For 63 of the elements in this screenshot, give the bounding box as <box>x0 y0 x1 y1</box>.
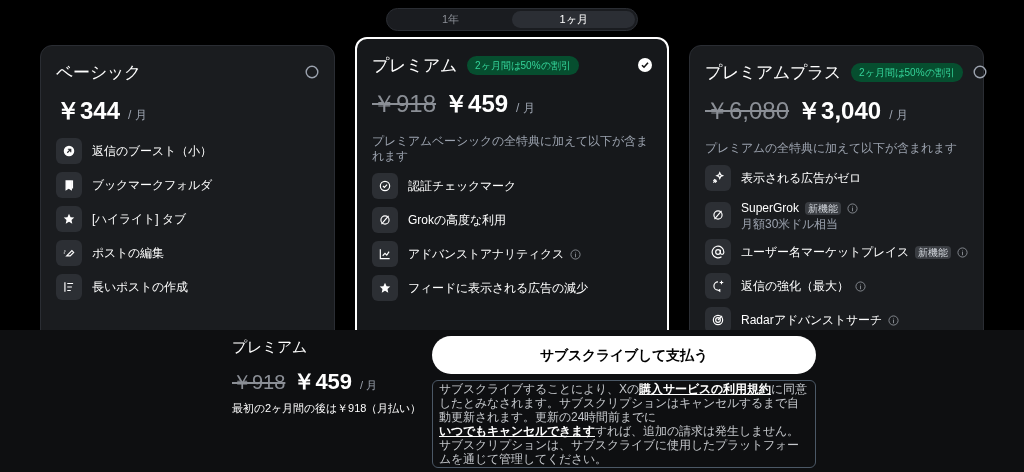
plan-name: プレミアム <box>372 54 457 77</box>
plan-card[interactable]: プレミアムプラス 2ヶ月間は50%の割引 ￥6,080 ￥3,040 / 月 プレミアムの全特典に加えて以下が含まれます 表示される広告がゼロ SuperGrok 新機能 月額30米ドル相当 ユーザー名マーケットプレイス 新機能 返信の強化（最大） Radarアドバンストサーチ <box>689 44 984 330</box>
line-chart-icon <box>372 241 398 267</box>
info-icon[interactable] <box>847 202 859 214</box>
bookmark-icon <box>56 172 82 198</box>
feature-label: フィードに表示される広告の減少 <box>408 280 588 297</box>
plan-name: ベーシック <box>56 61 141 84</box>
price-period: / 月 <box>889 107 908 124</box>
radar-icon <box>705 307 731 330</box>
terms-link[interactable]: 購入サービスの利用規約 <box>639 382 771 396</box>
discount-badge: 2ヶ月間は50%の割引 <box>467 55 579 75</box>
plan-description: プレミアムの全特典に加えて以下が含まれます <box>705 141 958 156</box>
price: ￥459 <box>444 89 509 119</box>
plan-description: プレミアムベーシックの全特典に加えて以下が含まれます <box>372 134 649 164</box>
subscribe-button[interactable]: サブスクライブして支払う <box>432 336 816 374</box>
radio-icon[interactable] <box>305 65 319 80</box>
info-icon[interactable] <box>570 248 581 260</box>
plan-name: プレミアムプラス <box>705 61 841 84</box>
feature-label: 表示される広告がゼロ <box>741 170 861 187</box>
plan-card[interactable]: ベーシック ￥344 / 月 返信のブースト（小） ブックマークフォルダ [ハイライト] タブ ポストの編集 長いポストの作成 <box>40 44 335 330</box>
price: ￥3,040 <box>797 96 882 126</box>
price: ￥459 <box>293 367 353 396</box>
feature-subtext: 月額30米ドル相当 <box>741 217 840 231</box>
sparkle-icon <box>705 165 731 191</box>
price-period: / 月 <box>128 107 147 124</box>
discount-badge: 2ヶ月間は50%の割引 <box>851 62 963 82</box>
info-icon[interactable] <box>957 246 968 258</box>
eraser-icon <box>56 240 82 266</box>
radio-icon[interactable] <box>638 58 652 73</box>
new-badge: 新機能 <box>805 201 842 215</box>
text-lines-icon <box>56 274 82 300</box>
radio-icon[interactable] <box>972 65 987 80</box>
price-period: / 月 <box>360 377 378 393</box>
feature-label: 返信のブースト（小） <box>92 143 212 160</box>
feature-label: Grokの高度な利用 <box>408 212 506 229</box>
feature-label: Radarアドバンストサーチ <box>741 312 882 329</box>
price: ￥344 <box>56 96 121 126</box>
old-price: ￥6,080 <box>705 96 790 126</box>
feature-label: SuperGrok <box>741 200 800 217</box>
plan-card[interactable]: プレミアム 2ヶ月間は50%の割引 ￥918 ￥459 / 月 プレミアムベーシックの全特典に加えて以下が含まれます 認証チェックマーク Grokの高度な利用 アドバンストアナリティクス フィードに表示される広告の減少 <box>355 36 669 330</box>
legal-text: サブスクライブすることにより、Xの購入サービスの利用規約に同意したとみなされます。サブスクリプションはキャンセルするまで自動更新されます。更新の24時間前までに いつでもキャンセルできますすれば、追加の請求は発生しません。サブスクリプションは、サブスクライブに使用したプラットフォームを通じて管理してください。 <box>432 380 816 468</box>
speech-plus-icon <box>705 273 731 299</box>
info-icon[interactable] <box>887 314 899 326</box>
new-badge: 新機能 <box>915 245 951 259</box>
feature-label: 返信の強化（最大） <box>741 278 849 295</box>
old-price: ￥918 <box>232 369 286 395</box>
feature-label: [ハイライト] タブ <box>92 211 186 228</box>
price-period: / 月 <box>516 100 535 117</box>
feature-label: ブックマークフォルダ <box>92 177 212 194</box>
billing-note: 最初の2ヶ月間の後は￥918（月払い） <box>232 400 422 416</box>
feature-label: 認証チェックマーク <box>408 178 516 195</box>
feature-label: ユーザー名マーケットプレイス <box>741 244 909 261</box>
old-price: ￥918 <box>372 89 437 119</box>
at-sign-icon <box>705 239 731 265</box>
feature-label: ポストの編集 <box>92 245 164 262</box>
billing-tab[interactable]: 1ヶ月 <box>512 11 635 28</box>
info-icon[interactable] <box>855 280 866 292</box>
plan-name: プレミアム <box>232 337 308 357</box>
terms-link[interactable]: いつでもキャンセルできます <box>439 424 595 438</box>
billing-tab[interactable]: 1年 <box>389 11 512 28</box>
feature-label: アドバンストアナリティクス <box>408 246 564 263</box>
badge-check-icon <box>372 173 398 199</box>
feature-label: 長いポストの作成 <box>92 279 188 296</box>
